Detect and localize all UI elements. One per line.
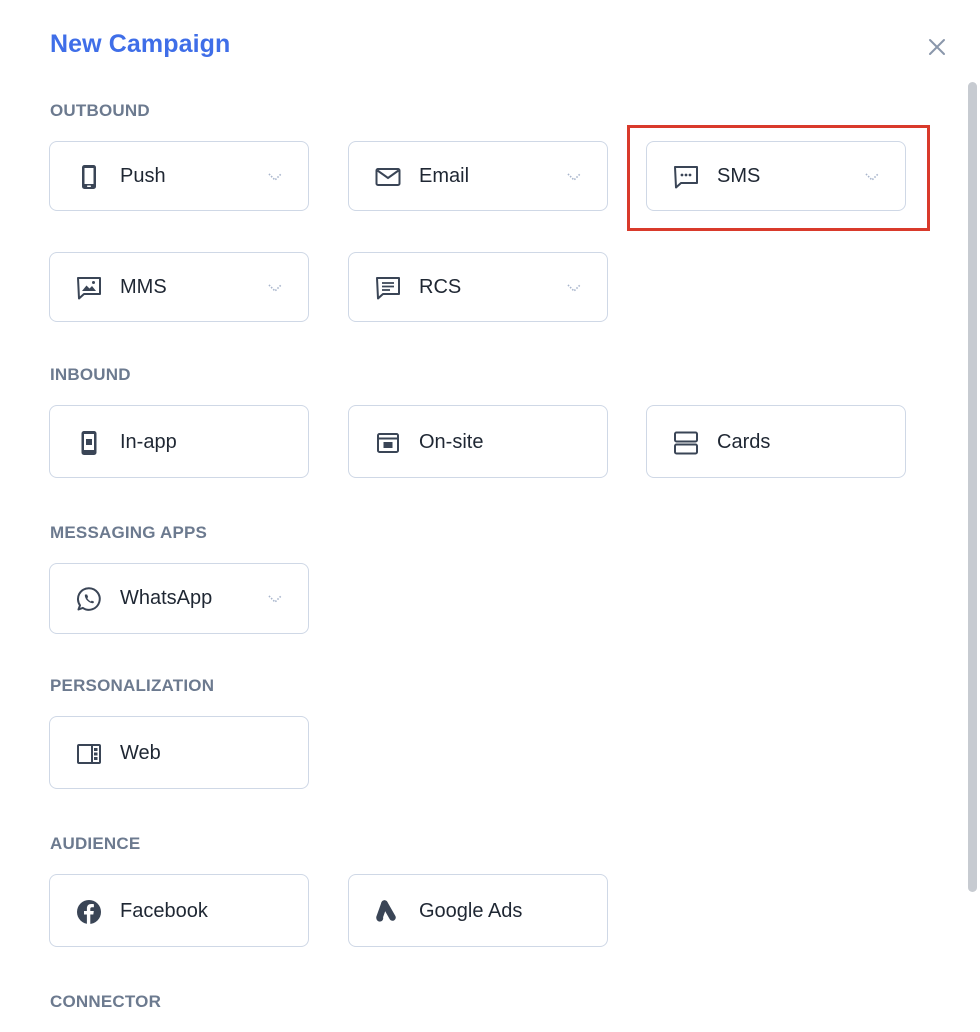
mobile-phone-icon	[76, 164, 102, 190]
channel-label: Cards	[717, 431, 771, 453]
channel-label: WhatsApp	[120, 587, 213, 609]
scrollbar[interactable]	[968, 82, 977, 892]
channel-card-mms[interactable]: MMS	[49, 252, 309, 322]
web-layout-icon	[76, 741, 102, 767]
channel-card-email[interactable]: Email	[348, 141, 608, 211]
channel-card-rcs[interactable]: RCS	[348, 252, 608, 322]
image-message-icon	[76, 275, 102, 301]
channel-card-in-app[interactable]: In-app	[49, 405, 309, 478]
section-label-audience: AUDIENCE	[50, 834, 141, 853]
highlight-box	[627, 125, 930, 231]
channel-label: Push	[120, 165, 166, 187]
chevron-down-icon[interactable]	[266, 592, 284, 604]
section-label-connector: CONNECTOR	[50, 992, 162, 1011]
stacked-cards-icon	[673, 430, 699, 456]
channel-card-cards[interactable]: Cards	[646, 405, 906, 478]
channel-label: Google Ads	[419, 900, 523, 922]
channel-label: Email	[419, 165, 470, 187]
channel-label: RCS	[419, 276, 462, 298]
channel-label: MMS	[120, 276, 167, 298]
google-ads-icon	[375, 899, 401, 925]
channel-card-facebook[interactable]: Facebook	[49, 874, 309, 947]
section-label-outbound: OUTBOUND	[50, 101, 150, 120]
channel-card-on-site[interactable]: On-site	[348, 405, 608, 478]
new-campaign-modal: New Campaign OUTBOUND Push Email SMS MMS…	[0, 0, 980, 1032]
channel-card-google-ads[interactable]: Google Ads	[348, 874, 608, 947]
browser-window-icon	[375, 430, 401, 456]
section-label-inbound: INBOUND	[50, 365, 131, 384]
message-lines-icon	[375, 275, 401, 301]
channel-card-web[interactable]: Web	[49, 716, 309, 789]
channel-label: Facebook	[120, 900, 208, 922]
channel-label: In-app	[120, 431, 177, 453]
chevron-down-icon[interactable]	[565, 170, 583, 182]
modal-title: New Campaign	[50, 30, 231, 58]
envelope-icon	[375, 164, 401, 190]
facebook-icon	[76, 899, 102, 925]
section-label-personalization: PERSONALIZATION	[50, 676, 215, 695]
chevron-down-icon[interactable]	[565, 281, 583, 293]
chevron-down-icon[interactable]	[266, 281, 284, 293]
close-icon[interactable]	[924, 34, 950, 60]
channel-label: On-site	[419, 431, 484, 453]
chevron-down-icon[interactable]	[266, 170, 284, 182]
whatsapp-icon	[76, 586, 102, 612]
channel-card-push[interactable]: Push	[49, 141, 309, 211]
channel-card-whatsapp[interactable]: WhatsApp	[49, 563, 309, 634]
section-label-messaging-apps: MESSAGING APPS	[50, 523, 208, 542]
in-app-icon	[76, 430, 102, 456]
channel-label: Web	[120, 742, 161, 764]
